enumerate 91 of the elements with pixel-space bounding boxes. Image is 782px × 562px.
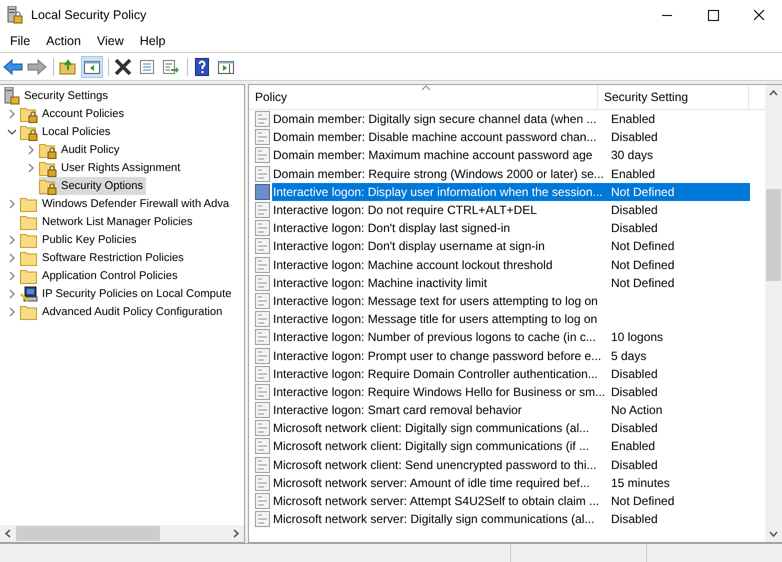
setting-cell-text: Disabled: [610, 456, 659, 474]
menu-item[interactable]: Help: [134, 32, 172, 50]
policy-cell[interactable]: Domain member: Maximum machine account password age: [272, 146, 605, 164]
setting-cell-text: Disabled: [610, 511, 659, 528]
tree-item[interactable]: Local Policies: [20, 123, 114, 141]
setting-cell-text: Disabled: [610, 202, 659, 220]
tree-item[interactable]: IP Security Policies on Local Compute: [20, 285, 234, 303]
tree-item[interactable]: User Rights Assignment: [39, 159, 184, 177]
policy-cell[interactable]: Interactive logon: Don't display last signed-in: [272, 219, 605, 238]
policy-cell[interactable]: Interactive logon: Smart card removal behavior: [272, 401, 605, 420]
setting-cell-text: Enabled: [610, 438, 656, 456]
locked-folder-icon: [39, 142, 57, 158]
scrollbar-thumb[interactable]: [766, 189, 781, 281]
policy-cell[interactable]: Domain member: Digitally sign secure channel data (when ...: [272, 110, 605, 128]
setting-cell-text: 30 days: [610, 147, 654, 164]
vertical-scrollbar[interactable]: [765, 85, 782, 542]
menu-item[interactable]: File: [4, 32, 36, 50]
policy-cell[interactable]: Interactive logon: Display user information when the session...: [272, 182, 605, 201]
locked-folder-icon: [20, 106, 38, 122]
column-header[interactable]: Policy: [249, 85, 598, 109]
server-lock-icon: [7, 6, 23, 24]
setting-cell-text: Disabled: [610, 420, 659, 438]
tree-item[interactable]: Security Settings: [4, 87, 111, 105]
setting-cell-text: Not Defined: [610, 493, 676, 510]
folder-icon: [20, 304, 38, 320]
back-arrow-icon[interactable]: [3, 58, 23, 74]
policy-cell[interactable]: Interactive logon: Don't display username at sign-in: [272, 237, 605, 256]
tree-item[interactable]: Windows Defender Firewall with Adva: [20, 195, 232, 213]
policy-cell[interactable]: Interactive logon: Require Windows Hello for Business or sm...: [272, 382, 605, 401]
locked-folder-icon: [39, 178, 57, 194]
policy-cell[interactable]: Microsoft network server: Amount of idle time required bef...: [272, 474, 605, 492]
policy-cell[interactable]: Interactive logon: Do not require CTRL+ALT+DEL: [272, 201, 605, 220]
tree-item[interactable]: Account Policies: [20, 105, 128, 123]
folder-icon: [20, 214, 38, 230]
locked-folder-icon: [20, 124, 38, 140]
policy-cell[interactable]: Interactive logon: Message title for users attempting to log on: [272, 310, 605, 328]
setting-cell-text: Not Defined: [610, 256, 676, 274]
server-lock-icon: [4, 87, 20, 105]
column-header[interactable]: Security Setting: [598, 85, 749, 109]
setting-cell-text: Enabled: [610, 166, 656, 183]
policy-cell[interactable]: Interactive logon: Prompt user to change password before e...: [272, 346, 605, 365]
policy-cell[interactable]: Interactive logon: Require Domain Controller authentication...: [272, 364, 605, 383]
policy-cell[interactable]: Domain member: Require strong (Windows 2000 or later) se...: [272, 164, 605, 183]
policy-cell[interactable]: Microsoft network server: Attempt S4U2Self to obtain claim ...: [272, 492, 605, 510]
tree-item[interactable]: Network List Manager Policies: [20, 213, 196, 231]
window-title: Local Security Policy: [31, 8, 148, 22]
folder-icon: [20, 232, 38, 248]
policy-cell[interactable]: Microsoft network server: Digitally sign communications (al...: [272, 510, 605, 528]
folder-icon: [20, 268, 38, 284]
policy-cell[interactable]: Interactive logon: Message text for users attempting to log on: [272, 292, 605, 310]
setting-cell: Not Defined: [605, 182, 750, 201]
tree-item[interactable]: Software Restriction Policies: [20, 249, 187, 267]
action-pane-icon[interactable]: [217, 58, 235, 74]
policy-cell[interactable]: Interactive logon: Machine inactivity limit: [272, 274, 605, 292]
tree-item[interactable]: Security Options: [39, 177, 146, 195]
help-icon[interactable]: [195, 58, 209, 76]
setting-cell-text: No Action: [610, 402, 664, 420]
policy-cell[interactable]: Microsoft network client: Send unencrypted password to thi...: [272, 456, 605, 474]
locked-folder-icon: [39, 160, 57, 176]
menu-item[interactable]: View: [90, 32, 130, 50]
setting-cell-text: Disabled: [610, 366, 659, 383]
setting-cell-text: Disabled: [610, 220, 659, 238]
policy-cell[interactable]: Interactive logon: Machine account lockout threshold: [272, 256, 605, 274]
setting-cell-text: 5 days: [610, 348, 648, 365]
tree-item[interactable]: Application Control Policies: [20, 267, 181, 285]
setting-cell-text: Not Defined: [610, 238, 676, 256]
tree-item[interactable]: Audit Policy: [39, 141, 122, 159]
policy-cell[interactable]: Interactive logon: Number of previous logons to cache (in c...: [272, 328, 605, 346]
horizontal-scrollbar[interactable]: [0, 525, 244, 542]
sort-caret-icon: [421, 85, 431, 91]
setting-cell-text: Enabled: [610, 111, 656, 128]
folder-up-icon[interactable]: [59, 58, 77, 74]
folder-icon: [20, 250, 38, 266]
tree-item[interactable]: Public Key Policies: [20, 231, 140, 249]
folder-icon: [20, 196, 38, 212]
policy-cell[interactable]: Microsoft network client: Digitally sign communications (if ...: [272, 437, 605, 456]
policy-cell[interactable]: Domain member: Disable machine account password chan...: [272, 128, 605, 146]
console-tree-icon[interactable]: [83, 58, 101, 74]
policy-cell[interactable]: Microsoft network client: Digitally sign communications (al...: [272, 419, 605, 438]
properties-icon[interactable]: [139, 58, 155, 74]
setting-cell-text: 15 minutes: [610, 474, 671, 492]
export-list-icon[interactable]: [162, 58, 180, 74]
setting-cell-text: Disabled: [610, 384, 659, 401]
scrollbar-thumb[interactable]: [16, 526, 160, 541]
setting-cell-text: Disabled: [610, 129, 659, 146]
setting-cell-text: 10 logons: [610, 329, 664, 346]
computer-key-icon: [20, 286, 38, 302]
tree-item[interactable]: Advanced Audit Policy Configuration: [20, 303, 226, 321]
delete-x-icon[interactable]: [114, 58, 132, 74]
setting-cell-text: Not Defined: [610, 274, 676, 292]
menu-item[interactable]: Action: [40, 32, 87, 50]
